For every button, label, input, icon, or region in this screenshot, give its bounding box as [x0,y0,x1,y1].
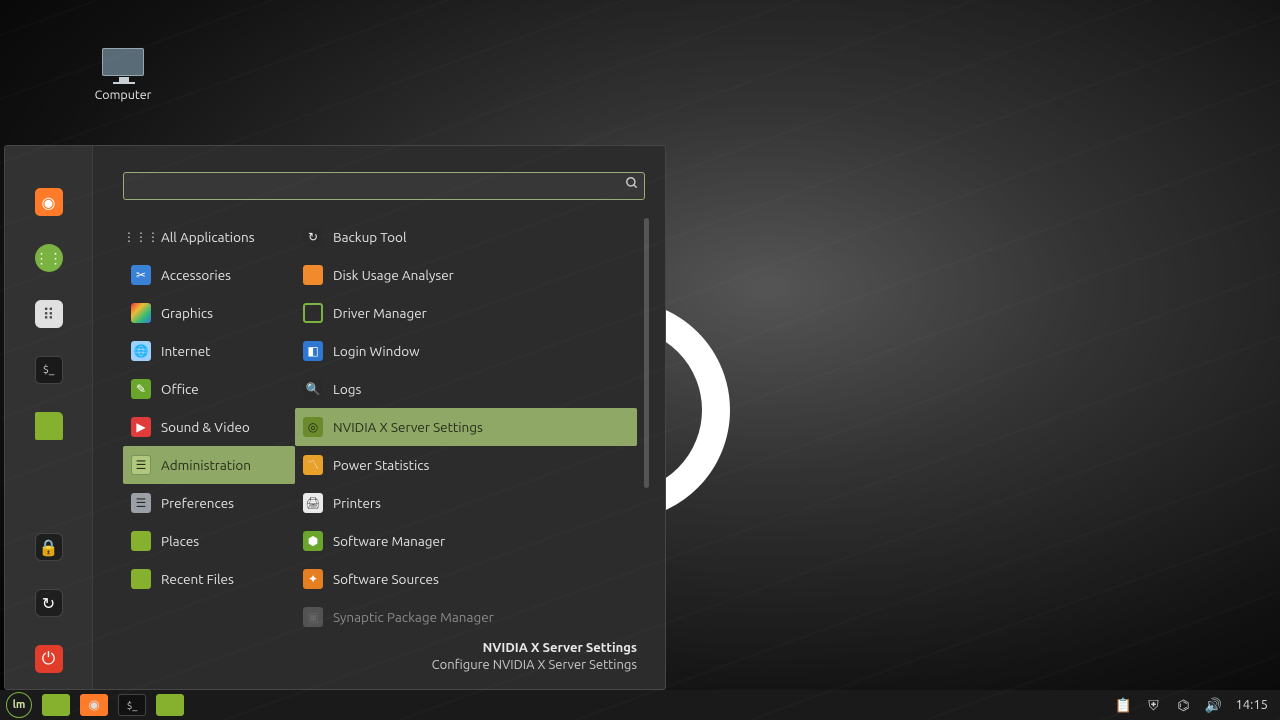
grid-icon: ⋮⋮⋮ [131,227,151,247]
pulse-icon: 〽 [303,455,323,475]
tray-clipboard-icon[interactable]: 📋 [1115,697,1131,713]
session-logout[interactable]: ↻ [35,589,63,617]
app-label: Synaptic Package Manager [333,609,494,625]
category-label: Recent Files [161,571,234,587]
desktop-icon-computer[interactable]: Computer [78,48,168,102]
nvidia-icon: ◎ [303,417,323,437]
app-backup-tool[interactable]: ↻ Backup Tool [295,218,637,256]
category-label: Internet [161,343,210,359]
app-label: Driver Manager [333,305,427,321]
category-label: Office [161,381,199,397]
app-label: Logs [333,381,361,397]
box-icon: ▣ [303,607,323,627]
app-label: Power Statistics [333,457,429,473]
folder-clock-icon [131,569,151,589]
app-driver-manager[interactable]: Driver Manager [295,294,637,332]
office-icon: ✎ [131,379,151,399]
refresh-icon: ↻ [303,227,323,247]
category-administration[interactable]: ☰ Administration [123,446,295,484]
category-graphics[interactable]: Graphics [123,294,295,332]
app-disk-usage-analyser[interactable]: Disk Usage Analyser [295,256,637,294]
description-title: NVIDIA X Server Settings [141,640,637,658]
category-label: Sound & Video [161,419,250,435]
favorite-files[interactable] [35,412,63,440]
app-software-manager[interactable]: ⬢ Software Manager [295,522,637,560]
app-label: NVIDIA X Server Settings [333,419,483,435]
launcher-files-2[interactable] [156,694,184,716]
start-menu: ◉ ⋮⋮ ⠿ $_ 🔒 ↻ ⏻ ⋮⋮⋮ A [4,145,666,690]
category-internet[interactable]: 🌐 Internet [123,332,295,370]
app-label: Printers [333,495,381,511]
app-label: Software Manager [333,533,445,549]
panel-clock[interactable]: 14:15 [1235,698,1268,712]
favorite-applications[interactable]: ⋮⋮ [35,244,63,272]
package-icon: ⬢ [303,531,323,551]
category-all-applications[interactable]: ⋮⋮⋮ All Applications [123,218,295,256]
folder-icon [131,531,151,551]
sliders-icon: ☰ [131,493,151,513]
play-icon: ▶ [131,417,151,437]
printer-icon: 🖨 [303,493,323,513]
desktop-wallpaper[interactable]: Computer ◉ ⋮⋮ ⠿ $_ 🔒 ↻ ⏻ [0,0,1280,720]
app-label: Backup Tool [333,229,406,245]
favorite-firefox[interactable]: ◉ [35,188,63,216]
monitor-icon [102,48,144,76]
app-nvidia-x-server-settings[interactable]: ◎ NVIDIA X Server Settings [295,408,637,446]
category-list: ⋮⋮⋮ All Applications ✂ Accessories Graph… [123,218,295,636]
app-label: Software Sources [333,571,439,587]
launcher-files[interactable] [42,694,70,716]
app-synaptic-package-manager[interactable]: ▣ Synaptic Package Manager [295,598,637,636]
category-accessories[interactable]: ✂ Accessories [123,256,295,294]
launcher-firefox[interactable]: ◉ [80,694,108,716]
launcher-terminal[interactable]: $_ [118,694,146,716]
category-label: Graphics [161,305,213,321]
search-icon [625,176,639,193]
tray-volume-icon[interactable]: 🔊 [1205,697,1221,713]
taskbar-panel: lm ◉ $_ 📋 ⛨ ⌬ 🔊 14:15 [0,690,1280,720]
category-label: Accessories [161,267,231,283]
category-places[interactable]: Places [123,522,295,560]
app-software-sources[interactable]: ✦ Software Sources [295,560,637,598]
category-sound-video[interactable]: ▶ Sound & Video [123,408,295,446]
globe-icon: 🌐 [131,341,151,361]
app-power-statistics[interactable]: 〽 Power Statistics [295,446,637,484]
desktop-icon-label: Computer [78,88,168,102]
category-label: Places [161,533,199,549]
start-button[interactable]: lm [6,692,32,718]
sources-icon: ✦ [303,569,323,589]
app-label: Disk Usage Analyser [333,267,454,283]
scissors-icon: ✂ [131,265,151,285]
sliders-icon: ☰ [131,455,151,475]
category-office[interactable]: ✎ Office [123,370,295,408]
chip-icon [303,303,323,323]
category-preferences[interactable]: ☰ Preferences [123,484,295,522]
favorite-terminal[interactable]: $_ [35,356,63,384]
app-label: Login Window [333,343,420,359]
app-printers[interactable]: 🖨 Printers [295,484,637,522]
category-label: All Applications [161,229,255,245]
menu-status-description: NVIDIA X Server Settings Configure NVIDI… [123,636,655,681]
menu-body: ⋮⋮⋮ All Applications ✂ Accessories Graph… [93,146,665,689]
favorite-settings[interactable]: ⠿ [35,300,63,328]
search-input[interactable] [123,172,645,200]
palette-icon [131,303,151,323]
application-list: ↻ Backup Tool Disk Usage Analyser Driver… [295,218,655,636]
category-label: Preferences [161,495,234,511]
tray-shield-icon[interactable]: ⛨ [1145,697,1161,713]
category-label: Administration [161,457,251,473]
magnifier-icon: 🔍 [303,379,323,399]
disk-icon [303,265,323,285]
application-list-scrollbar[interactable] [643,218,651,636]
session-lock[interactable]: 🔒 [35,533,63,561]
scrollbar-thumb[interactable] [644,218,649,488]
favorites-sidebar: ◉ ⋮⋮ ⠿ $_ 🔒 ↻ ⏻ [5,146,93,689]
session-shutdown[interactable]: ⏻ [35,645,63,673]
app-logs[interactable]: 🔍 Logs [295,370,637,408]
app-login-window[interactable]: ◧ Login Window [295,332,637,370]
tray-network-icon[interactable]: ⌬ [1175,697,1191,713]
description-subtitle: Configure NVIDIA X Server Settings [141,657,637,675]
login-icon: ◧ [303,341,323,361]
category-recent-files[interactable]: Recent Files [123,560,295,598]
